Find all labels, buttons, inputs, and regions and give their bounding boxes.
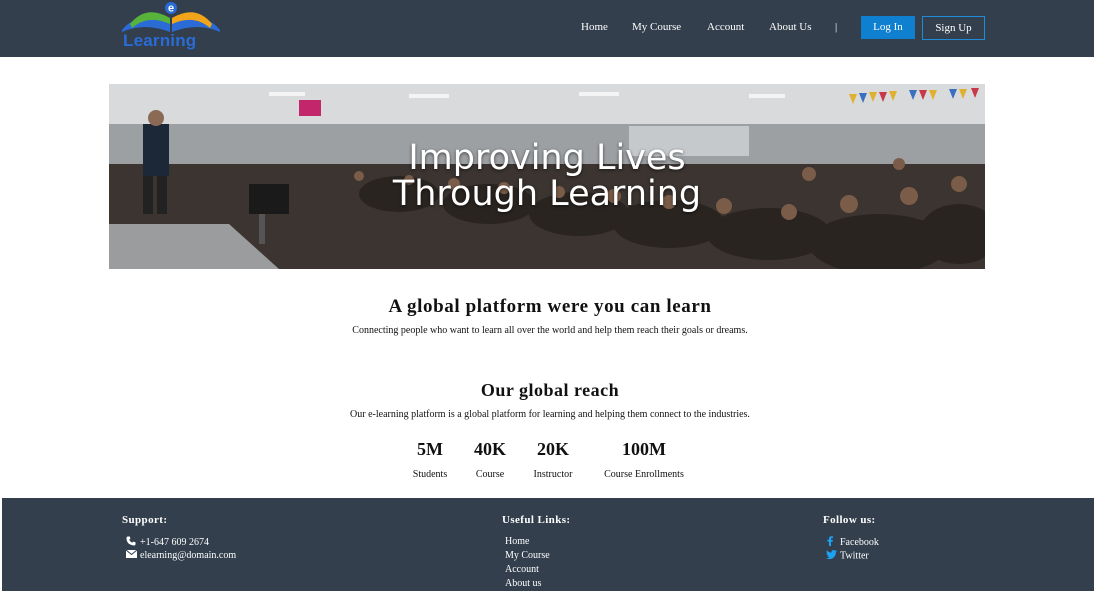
footer-link-home[interactable]: Home: [505, 536, 529, 547]
stat-value: 100M: [622, 439, 666, 459]
facebook-text: Facebook: [840, 536, 879, 548]
useful-links-heading: Useful Links:: [502, 514, 571, 526]
nav-account[interactable]: Account: [707, 21, 744, 33]
support-phone[interactable]: +1-647 609 2674: [126, 536, 209, 549]
stat-students: 5M Students: [408, 437, 452, 480]
logo-letter: e: [168, 3, 174, 15]
footer-link-about-us[interactable]: About us: [505, 578, 541, 589]
support-email-text: elearning@domain.com: [140, 550, 237, 561]
nav-about-us[interactable]: About Us: [769, 21, 811, 33]
login-button[interactable]: Log In: [861, 16, 915, 39]
nav-separator: |: [835, 21, 838, 33]
platform-text: Connecting people who want to learn all …: [352, 325, 748, 336]
hero-banner: Improving Lives Through Learning: [109, 84, 985, 269]
twitter-link[interactable]: Twitter: [826, 550, 869, 562]
hero-title: Improving Lives Through Learning: [109, 140, 985, 212]
stat-value: 5M: [417, 439, 443, 459]
footer: Support: +1-647 609 2674 elearning@domai…: [2, 498, 1094, 591]
hero-title-line2: Through Learning: [392, 174, 702, 214]
signup-button[interactable]: Sign Up: [922, 16, 985, 40]
facebook-icon: [826, 536, 840, 549]
reach-text: Our e-learning platform is a global plat…: [350, 409, 750, 420]
facebook-link[interactable]: Facebook: [826, 536, 879, 549]
platform-heading: A global platform were you can learn: [388, 296, 712, 317]
support-heading: Support:: [122, 514, 168, 526]
stat-value: 40K: [473, 439, 506, 459]
nav-my-course[interactable]: My Course: [632, 21, 681, 33]
stat-value: 20K: [536, 439, 569, 459]
phone-icon: [126, 536, 140, 549]
follow-heading: Follow us:: [823, 514, 876, 526]
stat-label: Course Enrollments: [604, 469, 684, 480]
twitter-icon: [826, 550, 840, 562]
footer-link-account[interactable]: Account: [505, 564, 539, 575]
reach-heading: Our global reach: [480, 380, 620, 400]
navbar: e Learning Home My Course Account About …: [0, 0, 1094, 57]
stat-label: Students: [412, 469, 448, 480]
stat-course: 40K Course: [468, 437, 512, 480]
hero-title-line1: Improving Lives: [408, 138, 686, 178]
support-email[interactable]: elearning@domain.com: [125, 549, 237, 561]
stat-label: Instructor: [533, 469, 573, 480]
footer-link-my-course[interactable]: My Course: [505, 550, 550, 561]
stat-course-enrollments: 100M Course Enrollments: [594, 437, 694, 480]
twitter-text: Twitter: [840, 550, 869, 562]
support-phone-text: +1-647 609 2674: [140, 536, 209, 548]
nav-home[interactable]: Home: [581, 21, 608, 33]
stat-label: Course: [475, 469, 505, 480]
envelope-icon: [125, 549, 140, 561]
stat-instructor: 20K Instructor: [526, 437, 580, 480]
